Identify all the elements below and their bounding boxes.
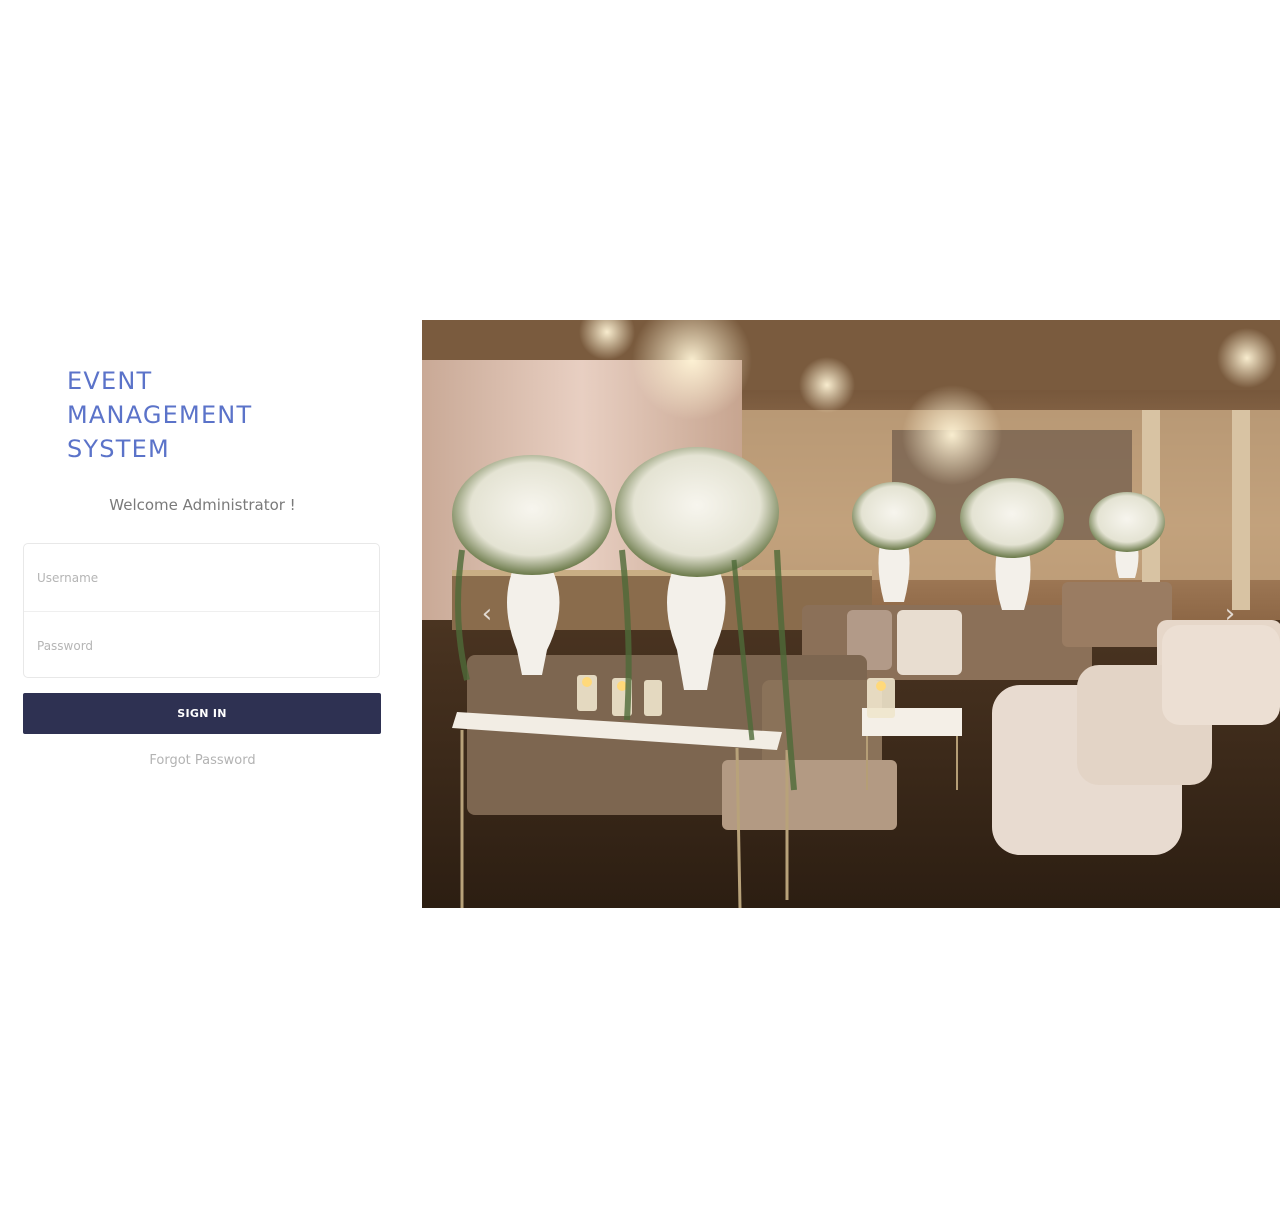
- carousel-prev-button[interactable]: ‹: [472, 597, 502, 631]
- banquet-room-image: [422, 320, 1280, 908]
- chevron-right-icon: ›: [1224, 599, 1236, 629]
- username-input[interactable]: [24, 544, 379, 611]
- sign-in-button[interactable]: SIGN IN: [23, 693, 381, 734]
- login-panel: EVENT MANAGEMENT SYSTEM Welcome Administ…: [0, 320, 405, 908]
- forgot-password-link[interactable]: Forgot Password: [0, 753, 405, 768]
- image-carousel: ‹ ›: [422, 320, 1280, 908]
- app-title-line-1: EVENT: [67, 367, 153, 395]
- login-form: [23, 543, 380, 679]
- password-input[interactable]: [24, 612, 379, 679]
- carousel-next-button[interactable]: ›: [1215, 597, 1245, 631]
- app-title: EVENT MANAGEMENT SYSTEM: [67, 364, 367, 466]
- welcome-message: Welcome Administrator !: [109, 496, 296, 514]
- app-title-line-2: MANAGEMENT: [67, 401, 253, 429]
- chevron-left-icon: ‹: [481, 599, 493, 629]
- app-title-line-3: SYSTEM: [67, 435, 170, 463]
